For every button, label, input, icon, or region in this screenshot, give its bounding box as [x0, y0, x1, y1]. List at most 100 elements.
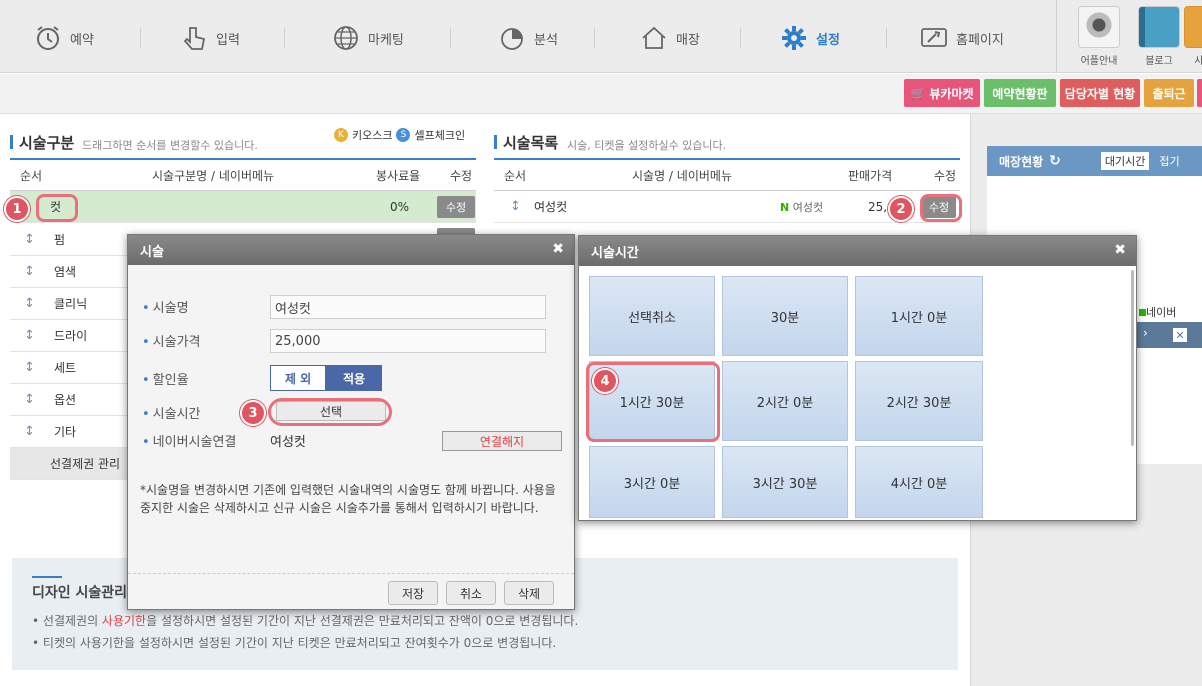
col-name: 시술구분명 / 네이버메뉴	[152, 169, 275, 183]
drag-handle-icon[interactable]: ↕	[24, 424, 54, 439]
quick-more[interactable]: 사	[1184, 6, 1202, 68]
col-order: 순서	[504, 169, 527, 183]
info-highlight: 사용기한	[101, 614, 147, 628]
next-arrow-icon[interactable]: ›	[1143, 326, 1148, 340]
naver-link-value: 여성컷	[270, 435, 306, 450]
kiosk-badge-icon: K	[334, 128, 348, 142]
category-row[interactable]: 컷 0%	[10, 191, 476, 223]
drag-handle-icon[interactable]: ↕	[510, 199, 534, 214]
wrench-screen-icon	[921, 28, 947, 47]
unlink-button[interactable]: 연결해지	[442, 431, 562, 451]
field-label: 시술가격	[142, 331, 201, 350]
quick-label: 사	[1194, 56, 1202, 67]
service-name: 여성컷	[534, 200, 568, 214]
naver-square-icon	[1139, 309, 1146, 316]
nav-settings[interactable]: 설정	[780, 22, 840, 54]
discount-off-button[interactable]: 제 외	[270, 365, 326, 391]
close-icon[interactable]: ✕	[1173, 328, 1187, 342]
drag-handle-icon[interactable]: ↕	[24, 296, 54, 311]
store-status-title: 매장현황	[999, 154, 1044, 169]
naver-n-icon: N	[780, 200, 790, 214]
house-icon	[642, 26, 666, 49]
nav-label: 홈페이지	[956, 32, 1004, 48]
discount-on-button[interactable]: 적용	[326, 365, 382, 391]
service-price-input[interactable]: 25,000	[270, 329, 546, 353]
category-row[interactable]: ↕ 세트	[10, 352, 128, 384]
close-icon[interactable]: ✖	[552, 241, 564, 257]
time-option[interactable]: 30분	[722, 276, 848, 356]
delete-button[interactable]: 삭제	[504, 581, 554, 605]
col-name: 시술명 / 네이버메뉴	[632, 169, 732, 183]
time-option-cancel[interactable]: 선택취소	[589, 276, 715, 356]
category-row[interactable]: ↕ 펌	[10, 224, 128, 256]
info-title: 디자인 시술관리	[32, 585, 128, 601]
category-row[interactable]: ↕ 기타	[10, 416, 128, 448]
time-option[interactable]: 4시간 0분	[855, 446, 983, 518]
middle-section-desc: 시술, 티켓을 설정하실수 있습니다.	[567, 139, 727, 152]
dialog-header: 시술 ✖	[128, 235, 574, 265]
quick-blog[interactable]: 블로그	[1136, 6, 1182, 68]
drag-handle-icon[interactable]: ↕	[24, 328, 54, 343]
field-label: 시술명	[142, 297, 189, 316]
button-label: 뷰카마켓	[929, 86, 974, 101]
time-option[interactable]: 3시간 30분	[722, 446, 848, 518]
beauty-market-button[interactable]: 🛒 뷰카마켓	[904, 79, 980, 107]
nav-analysis[interactable]: 분석	[498, 22, 558, 54]
time-option[interactable]: 2시간 0분	[722, 361, 848, 441]
attendance-button[interactable]: 출퇴근	[1144, 79, 1194, 107]
close-icon[interactable]: ✖	[1114, 242, 1126, 258]
selfcheck-label: 셀프체크인	[414, 129, 466, 142]
service-name-input[interactable]: 여성컷	[270, 295, 546, 319]
webcam-icon	[1078, 6, 1120, 48]
drag-handle-icon[interactable]: ↕	[24, 264, 54, 279]
category-edit-button[interactable]: 수정	[437, 196, 475, 218]
drag-handle-icon[interactable]: ↕	[24, 360, 54, 375]
drag-handle-icon[interactable]: ↕	[24, 232, 54, 247]
category-name: 클리닉	[54, 297, 88, 311]
prepaid-manage-row[interactable]: 선결제권 관리	[10, 448, 128, 480]
highlight-box	[920, 194, 962, 222]
button-label: 담당자별 현황	[1064, 86, 1136, 101]
nav-input[interactable]: 입력	[180, 22, 240, 54]
save-button[interactable]: 저장	[388, 581, 438, 605]
drag-handle-icon[interactable]: ↕	[24, 392, 54, 407]
info-text: 티켓의 사용기한을 설정하시면 설정된 기간이 지난 티켓은 만료처리되고 잔여…	[42, 636, 557, 650]
time-option[interactable]: 2시간 30분	[855, 361, 983, 441]
category-row[interactable]: ↕ 옵션	[10, 384, 128, 416]
category-name: 옵션	[54, 393, 77, 407]
naver-legend-label: 네이버	[1146, 306, 1177, 319]
category-name: 기타	[54, 425, 77, 439]
staff-status-button[interactable]: 담당자별 현황	[1060, 79, 1140, 107]
refresh-icon[interactable]: ↻	[1049, 153, 1061, 169]
field-label: 네이버시술연결	[142, 431, 237, 450]
col-rate: 봉사료율	[376, 169, 421, 183]
app-icon	[1184, 6, 1202, 48]
nav-label: 분석	[534, 32, 558, 48]
reservation-board-button[interactable]: 예약현황판	[984, 79, 1056, 107]
category-name: 세트	[54, 361, 77, 375]
globe-icon	[334, 26, 358, 50]
wait-time-tab[interactable]: 대기시간	[1100, 152, 1150, 170]
scrollbar[interactable]	[1131, 270, 1134, 446]
dialog-notice: *시술명을 변경하시면 기존에 입력했던 시술내역의 시술명도 함께 바뀝니다.…	[140, 483, 556, 515]
time-option[interactable]: 1시간 0분	[855, 276, 983, 356]
nav-homepage[interactable]: 홈페이지	[920, 22, 1004, 54]
nav-reservation[interactable]: 예약	[34, 22, 94, 54]
cart-icon: 🛒	[910, 86, 926, 100]
step-badge: 1	[4, 196, 30, 222]
category-row[interactable]: ↕ 드라이	[10, 320, 128, 352]
alarm-clock-icon	[37, 26, 59, 50]
more-button[interactable]	[1197, 79, 1202, 107]
category-row[interactable]: ↕ 클리닉	[10, 288, 128, 320]
category-row[interactable]: ↕ 염색	[10, 256, 128, 288]
status-nav-bar: › ✕	[1137, 322, 1202, 348]
cancel-button[interactable]: 취소	[446, 581, 496, 605]
nav-label: 마케팅	[368, 32, 404, 48]
time-option[interactable]: 3시간 0분	[589, 446, 715, 518]
nav-store[interactable]: 매장	[640, 22, 700, 54]
nav-marketing[interactable]: 마케팅	[332, 22, 404, 54]
quick-app-guide[interactable]: 어플안내	[1076, 6, 1122, 68]
fold-button[interactable]: 접기	[1159, 153, 1179, 169]
pie-chart-icon	[501, 28, 523, 50]
gear-icon	[782, 26, 806, 50]
